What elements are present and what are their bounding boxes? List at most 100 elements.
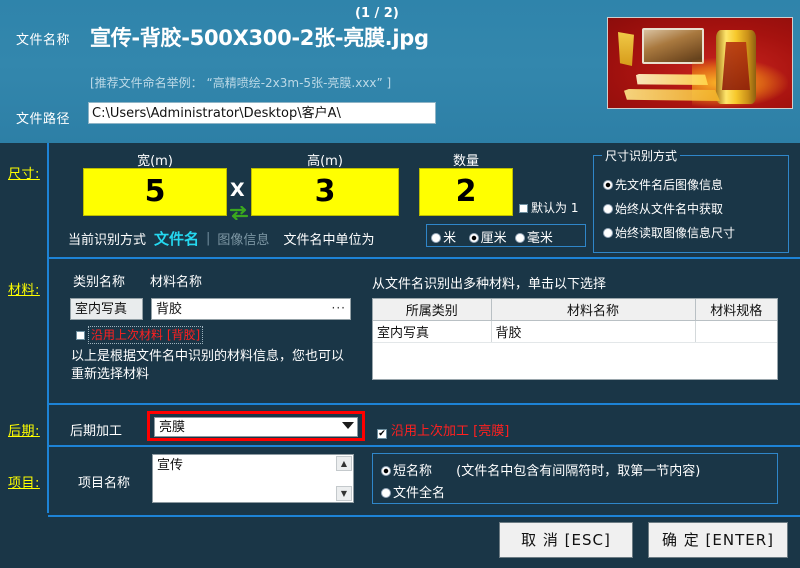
post-reuse-checkbox-box[interactable]: ✔	[377, 429, 387, 439]
col-header-category: 所属类别	[373, 299, 491, 321]
post-reuse-value: [亮膜]	[473, 424, 509, 439]
size-method-option-2[interactable]: 始终读取图像信息尺寸	[603, 224, 735, 241]
scroll-down-icon[interactable]: ▼	[336, 486, 352, 501]
size-method-label-2: 始终读取图像信息尺寸	[615, 226, 735, 240]
confirm-button[interactable]: 确 定 [ENTER]	[648, 522, 788, 558]
material-reuse-label: 沿用上次材料 [背胶]	[88, 326, 203, 344]
unit-radio-group: 米 厘米 毫米	[426, 224, 586, 247]
material-category-input[interactable]: 室内写真	[70, 298, 143, 320]
multiply-symbol: X	[230, 179, 245, 201]
cell-category: 室内写真	[373, 321, 491, 343]
size-material-divider	[48, 257, 800, 259]
swap-arrows-icon[interactable]	[228, 206, 250, 220]
size-method-group-title: 尺寸识别方式	[602, 147, 680, 164]
left-rail-divider	[47, 143, 49, 513]
file-path-input[interactable]: C:\Users\Administrator\Desktop\客户A\	[88, 102, 436, 124]
post-project-divider	[48, 445, 800, 447]
project-field-label: 项目名称	[78, 472, 130, 491]
post-field-label: 后期加工	[70, 420, 122, 439]
post-reuse-label: 沿用上次加工	[391, 424, 469, 439]
quantity-column-title: 数量	[391, 150, 541, 169]
material-name-input[interactable]: 背胶 ···	[151, 298, 351, 320]
material-table[interactable]: 所属类别 材料名称 材料规格 室内写真 背胶	[372, 298, 778, 380]
bottom-divider	[48, 515, 800, 517]
unit-radio-meter[interactable]	[431, 233, 441, 243]
file-name-label: 文件名称	[16, 29, 70, 48]
col-header-name: 材料名称	[491, 299, 695, 321]
table-row[interactable]: 室内写真 背胶	[373, 321, 777, 343]
project-mode-label-0: 短名称	[393, 464, 432, 479]
mode-tab-filename[interactable]: 文件名	[154, 230, 199, 248]
quantity-input[interactable]: 2	[419, 168, 513, 216]
size-method-radio-1[interactable]	[603, 204, 613, 214]
unit-radio-centimeter[interactable]	[469, 233, 479, 243]
size-method-label-1: 始终从文件名中获取	[615, 202, 723, 216]
section-label-project: 项目:	[8, 472, 40, 491]
material-category-header: 类别名称	[73, 271, 125, 290]
post-process-highlight-box: 亮膜	[147, 411, 365, 441]
post-process-value: 亮膜	[159, 420, 185, 435]
cancel-button[interactable]: 取 消 [ESC]	[499, 522, 633, 558]
unit-prefix-label: 文件名中单位为	[283, 233, 374, 248]
dialog-body: 尺寸: 宽(m) 高(m) 数量 5 X 3 2 默认为 1 当前识别方式文件名…	[0, 143, 800, 568]
mode-tab-image-info[interactable]: 图像信息	[217, 233, 269, 248]
cell-name: 背胶	[491, 321, 695, 343]
material-browse-icon[interactable]: ···	[332, 303, 346, 313]
recognition-mode-row: 当前识别方式文件名 | 图像信息文件名中单位为	[68, 228, 374, 249]
scroll-up-icon[interactable]: ▲	[336, 456, 352, 471]
section-label-material: 材料:	[8, 279, 40, 298]
material-post-divider	[48, 403, 800, 405]
default-one-checkbox[interactable]: 默认为 1	[519, 199, 578, 216]
material-note: 以上是根据文件名中识别的材料信息，您也可以重新选择材料	[71, 348, 351, 384]
material-name-header: 材料名称	[150, 271, 202, 290]
table-header-row: 所属类别 材料名称 材料规格	[373, 299, 777, 321]
thumbnail-text-line-1	[636, 74, 708, 85]
size-method-radio-0[interactable]	[603, 180, 613, 190]
project-name-textarea[interactable]: 宣传 ▲ ▼	[152, 454, 354, 503]
size-recognition-method-group: 尺寸识别方式 先文件名后图像信息 始终从文件名中获取 始终读取图像信息尺寸	[593, 155, 789, 253]
post-process-dropdown[interactable]: 亮膜	[154, 417, 358, 437]
thumbnail-logo	[616, 32, 636, 66]
height-input[interactable]: 3	[251, 168, 399, 216]
recognition-mode-label: 当前识别方式	[68, 233, 146, 248]
project-mode-radio-1[interactable]	[381, 488, 391, 498]
page-indicator: (1 / 2)	[355, 6, 399, 21]
dialog-header: 文件名称 (1 / 2) 宣传-背胶-500X300-2张-亮膜.jpg [推荐…	[0, 0, 800, 143]
post-reuse-checkbox[interactable]: ✔ 沿用上次加工 [亮膜]	[377, 420, 509, 439]
project-mode-option-0[interactable]: 短名称 (文件名中包含有间隔符时，取第一节内容)	[381, 460, 700, 479]
size-method-option-1[interactable]: 始终从文件名中获取	[603, 200, 723, 217]
size-method-radio-2[interactable]	[603, 228, 613, 238]
ad-thumbnail-image	[607, 17, 793, 109]
thumbnail-text-line-2	[624, 89, 720, 101]
width-column-title: 宽(m)	[80, 150, 230, 169]
unit-label-meter: 米	[443, 231, 456, 246]
section-label-post: 后期:	[8, 420, 40, 439]
file-name-value: 宣传-背胶-500X300-2张-亮膜.jpg	[90, 22, 429, 52]
project-mode-hint-0: (文件名中包含有间隔符时，取第一节内容)	[456, 464, 700, 479]
thumbnail-can	[716, 30, 756, 104]
project-name-mode-group: 短名称 (文件名中包含有间隔符时，取第一节内容) 文件全名	[372, 453, 778, 504]
unit-radio-millimeter[interactable]	[515, 233, 525, 243]
project-name-value: 宣传	[157, 458, 183, 473]
project-mode-radio-0[interactable]	[381, 466, 391, 476]
cell-spec	[695, 321, 777, 343]
default-one-checkbox-box[interactable]	[519, 204, 528, 213]
default-one-label: 默认为 1	[531, 201, 578, 215]
height-column-title: 高(m)	[250, 150, 400, 169]
file-path-label: 文件路径	[16, 108, 70, 127]
unit-label-millimeter: 毫米	[527, 231, 553, 246]
unit-label-centimeter: 厘米	[481, 231, 507, 246]
project-mode-option-1[interactable]: 文件全名	[381, 482, 445, 501]
size-method-label-0: 先文件名后图像信息	[615, 178, 723, 192]
material-reuse-checkbox-box[interactable]	[76, 331, 85, 340]
section-label-size: 尺寸:	[8, 163, 40, 182]
material-name-value: 背胶	[156, 302, 182, 317]
width-input[interactable]: 5	[83, 168, 227, 216]
chevron-down-icon[interactable]	[342, 422, 354, 429]
mode-separator: |	[206, 231, 210, 246]
material-reuse-checkbox[interactable]: 沿用上次材料 [背胶]	[76, 326, 203, 343]
col-header-spec: 材料规格	[695, 299, 777, 321]
project-mode-label-1: 文件全名	[393, 486, 445, 501]
file-name-hint: [推荐文件命名举例： “高精喷绘-2x3m-5张-亮膜.xxx” ]	[90, 74, 391, 91]
size-method-option-0[interactable]: 先文件名后图像信息	[603, 176, 723, 193]
